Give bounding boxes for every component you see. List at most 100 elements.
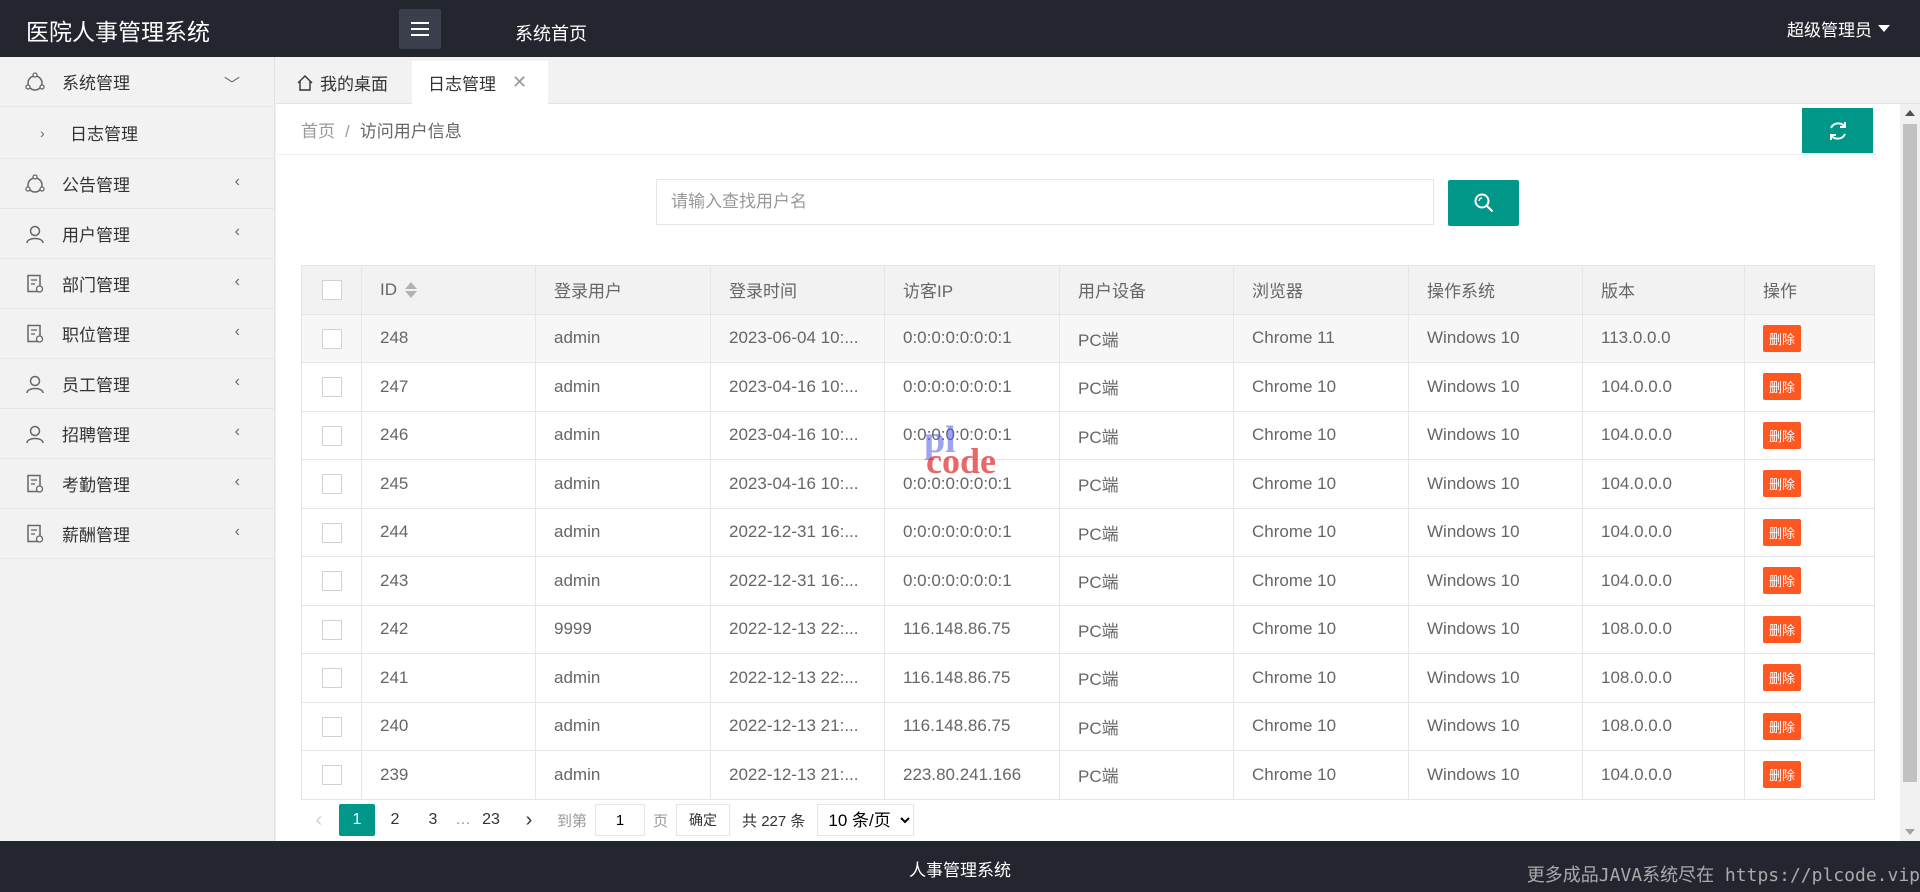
sidebar-item-label: 员工管理 [62, 376, 130, 395]
delete-button[interactable]: 删除 [1763, 518, 1802, 546]
cell-browser: Chrome 11 [1233, 314, 1409, 363]
cell-ip: 0:0:0:0:0:0:0:1 [884, 362, 1060, 412]
sidebar-item-users[interactable]: 用户管理 ‹ [0, 209, 274, 259]
cell-device: PC端 [1059, 702, 1234, 751]
sidebar-subitem-label: 日志管理 [70, 125, 138, 144]
cell-device: PC端 [1059, 411, 1234, 460]
chevron-left-icon: ‹ [234, 523, 240, 540]
table-row: 248 admin 2023-06-04 10:... 0:0:0:0:0:0:0:1… [301, 314, 1875, 363]
close-icon[interactable]: ✕ [512, 72, 527, 93]
last-page-button[interactable]: 23 [473, 804, 509, 836]
sidebar-item-positions[interactable]: 职位管理 ‹ [0, 309, 274, 359]
user-icon [26, 225, 44, 244]
sidebar-item-attendance[interactable]: 考勤管理 ‹ [0, 459, 274, 509]
breadcrumb-home[interactable]: 首页 [301, 122, 335, 141]
row-checkbox[interactable] [321, 425, 342, 446]
row-checkbox-cell [301, 653, 362, 703]
goto-label: 到第 [557, 812, 588, 830]
tab-desktop[interactable]: 我的桌面 [296, 61, 388, 104]
delete-button[interactable]: 删除 [1763, 324, 1802, 352]
cell-device: PC端 [1059, 750, 1234, 800]
cell-version: 104.0.0.0 [1582, 750, 1745, 800]
page-button[interactable]: 3 [415, 804, 451, 836]
page-button[interactable]: 2 [377, 804, 413, 836]
row-checkbox[interactable] [321, 619, 342, 640]
select-all-checkbox[interactable] [321, 280, 342, 300]
cell-time: 2022-12-31 16:... [710, 556, 885, 606]
delete-button[interactable]: 删除 [1763, 615, 1802, 643]
support-icon [25, 72, 45, 91]
page-size-select[interactable]: 10 条/页 [817, 804, 915, 836]
cell-id: 243 [361, 556, 536, 606]
row-checkbox-cell [301, 314, 362, 363]
delete-button[interactable]: 删除 [1763, 664, 1802, 692]
row-checkbox[interactable] [321, 571, 342, 591]
row-checkbox[interactable] [321, 716, 342, 737]
row-checkbox[interactable] [321, 668, 342, 688]
cell-version: 104.0.0.0 [1582, 411, 1745, 460]
next-page-icon[interactable]: › [511, 804, 547, 836]
row-checkbox[interactable] [321, 765, 342, 785]
cell-user: 9999 [535, 605, 711, 654]
delete-button[interactable]: 删除 [1763, 470, 1802, 498]
delete-button[interactable]: 删除 [1763, 712, 1802, 740]
page-ellipsis: … [455, 811, 471, 828]
sort-icon[interactable] [405, 281, 417, 299]
chevron-left-icon: ‹ [234, 323, 240, 340]
row-checkbox[interactable] [321, 328, 342, 349]
cell-actions: 删除 [1744, 750, 1875, 800]
delete-button[interactable]: 删除 [1763, 761, 1802, 789]
sidebar-item-system[interactable]: 系统管理 ﹀ [0, 57, 274, 107]
cell-user: admin [535, 508, 711, 557]
main-content: 首页 / 访问用户信息 ID 登录用户 登录时间 访客IP 用户设备 浏览器 操作系… [276, 104, 1900, 841]
user-menu[interactable]: 超级管理员 [1787, 16, 1890, 41]
page-button[interactable]: 1 [339, 804, 375, 836]
row-checkbox[interactable] [321, 377, 342, 397]
goto-page-input[interactable] [595, 804, 646, 836]
table-body: 248 admin 2023-06-04 10:... 0:0:0:0:0:0:0:1… [301, 314, 1875, 800]
sidebar-item-employees[interactable]: 员工管理 ‹ [0, 359, 274, 409]
delete-button[interactable]: 删除 [1763, 567, 1802, 595]
row-checkbox-cell [301, 362, 362, 412]
cell-ip: 223.80.241.166 [884, 750, 1060, 800]
goto-confirm-button[interactable]: 确定 [676, 804, 731, 836]
scroll-thumb[interactable] [1903, 124, 1917, 782]
breadcrumb-separator: / [345, 122, 350, 141]
sidebar-item-departments[interactable]: 部门管理 ‹ [0, 259, 274, 309]
cell-device: PC端 [1059, 556, 1234, 606]
sidebar-item-label: 薪酬管理 [62, 526, 130, 545]
home-nav-link[interactable]: 系统首页 [515, 20, 587, 46]
refresh-button[interactable] [1802, 108, 1873, 153]
column-header-id[interactable]: ID [361, 265, 536, 315]
sidebar-item-notice[interactable]: 公告管理 ‹ [0, 159, 274, 209]
cell-device: PC端 [1059, 459, 1234, 509]
chevron-down-icon: ﹀ [223, 77, 240, 94]
delete-button[interactable]: 删除 [1763, 421, 1802, 449]
search-button[interactable] [1448, 180, 1519, 226]
delete-button[interactable]: 删除 [1763, 373, 1802, 401]
menu-toggle-button[interactable] [399, 9, 441, 49]
sidebar-item-salary[interactable]: 薪酬管理 ‹ [0, 509, 274, 559]
cell-ip: 0:0:0:0:0:0:0:1 [884, 459, 1060, 509]
user-icon [26, 375, 44, 394]
sidebar-subitem-log[interactable]: › 日志管理 [0, 107, 274, 159]
row-checkbox-cell [301, 556, 362, 606]
document-icon [27, 324, 44, 343]
tab-log-management[interactable]: 日志管理 ✕ [412, 61, 548, 104]
cell-os: Windows 10 [1408, 314, 1583, 363]
scroll-down-icon[interactable] [1905, 829, 1915, 835]
cell-os: Windows 10 [1408, 556, 1583, 606]
prev-page-icon[interactable]: ‹ [301, 804, 337, 836]
row-checkbox[interactable] [321, 474, 342, 494]
document-icon [27, 274, 44, 293]
sidebar-item-recruitment[interactable]: 招聘管理 ‹ [0, 409, 274, 459]
cell-user: admin [535, 362, 711, 412]
sidebar-item-label: 部门管理 [62, 276, 130, 295]
scroll-up-icon[interactable] [1905, 110, 1915, 116]
menu-icon [411, 22, 429, 36]
cell-user: admin [535, 750, 711, 800]
sidebar-item-label: 招聘管理 [62, 426, 130, 445]
vertical-scrollbar[interactable] [1900, 104, 1920, 841]
row-checkbox[interactable] [321, 522, 342, 543]
search-input[interactable] [656, 179, 1434, 225]
